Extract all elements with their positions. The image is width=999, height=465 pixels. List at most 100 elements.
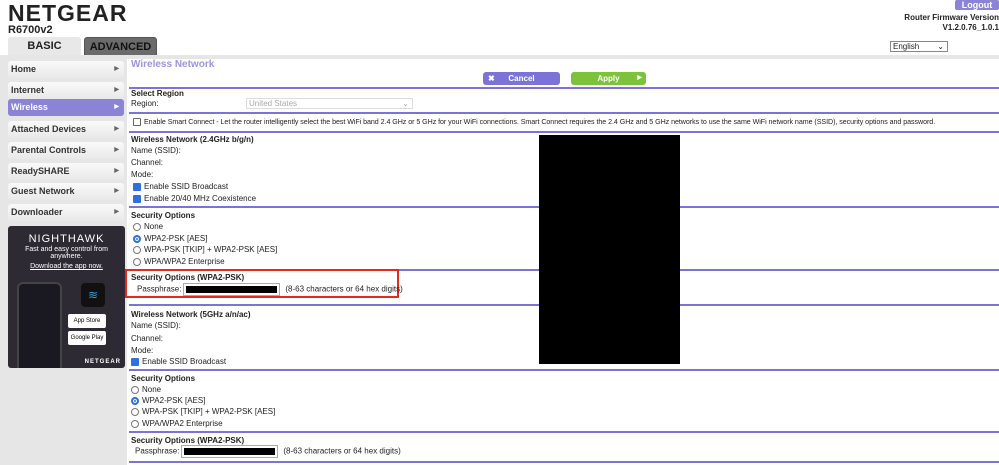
wifi24-mode-label: Mode: xyxy=(131,170,154,179)
netgear-logo: NETGEAR xyxy=(8,0,128,26)
security5-option-mixed[interactable]: WPA-PSK [TKIP] + WPA2-PSK [AES] xyxy=(131,407,275,416)
radio-selected[interactable] xyxy=(133,234,141,243)
radio[interactable] xyxy=(133,245,141,254)
chevron-down-icon: ⌄ xyxy=(937,42,944,51)
divider xyxy=(129,112,999,114)
security24-heading: Security Options xyxy=(131,211,196,220)
sidebar-item-downloader[interactable]: Downloader ▶ xyxy=(8,204,124,221)
sidebar-item-readyshare[interactable]: ReadySHARE ▶ xyxy=(8,163,124,180)
sidebar-item-parental-controls[interactable]: Parental Controls ▶ xyxy=(8,142,124,159)
sidebar-item-guest-network[interactable]: Guest Network ▶ xyxy=(8,183,124,200)
security5-option-enterprise[interactable]: WPA/WPA2 Enterprise xyxy=(131,419,223,428)
region-value: United States xyxy=(249,99,298,108)
sidebar-item-home[interactable]: Home ▶ xyxy=(8,61,124,78)
nighthawk-app-icon: ≋ xyxy=(81,283,105,307)
region-select[interactable]: United States ⌄ xyxy=(246,98,413,109)
option-label: WPA2-PSK [AES] xyxy=(144,234,208,243)
sidebar-item-wireless[interactable]: Wireless ▶ xyxy=(8,99,124,116)
security5-option-none[interactable]: None xyxy=(131,385,161,394)
security24-option-wpa2[interactable]: WPA2-PSK [AES] xyxy=(133,234,207,243)
option-label: WPA-PSK [TKIP] + WPA2-PSK [AES] xyxy=(142,407,276,416)
passphrase-label: Passphrase: xyxy=(135,446,180,456)
sidebar-item-internet[interactable]: Internet ▶ xyxy=(8,82,124,99)
tab-basic[interactable]: BASIC xyxy=(8,37,81,56)
arrow-right-icon: ▶ xyxy=(114,104,119,110)
wifi24-coexist-option[interactable]: Enable 20/40 MHz Coexistence xyxy=(133,194,256,203)
radio[interactable] xyxy=(131,385,139,394)
smart-connect-option[interactable]: Enable Smart Connect - Let the router in… xyxy=(133,118,936,127)
radio[interactable] xyxy=(131,407,139,416)
arrow-right-icon: ▶ xyxy=(114,87,119,93)
wifi24-heading: Wireless Network (2.4GHz b/g/n) xyxy=(131,135,254,144)
language-select[interactable]: English ⌄ xyxy=(890,41,948,52)
sidebar-item-label: ReadySHARE xyxy=(11,166,70,176)
region-label: Region: xyxy=(131,99,159,108)
sidebar-item-label: Wireless xyxy=(11,102,48,112)
apply-label: Apply xyxy=(597,74,620,83)
security24-option-none[interactable]: None xyxy=(133,222,163,231)
option-label: None xyxy=(142,385,162,394)
psk5-heading: Security Options (WPA2-PSK) xyxy=(131,436,245,445)
security5-option-wpa2[interactable]: WPA2-PSK [AES] xyxy=(131,396,205,405)
wifi5-channel-label: Channel: xyxy=(131,334,164,343)
option-label: WPA-PSK [TKIP] + WPA2-PSK [AES] xyxy=(144,245,278,254)
firmware-label: Router Firmware Version xyxy=(904,13,999,22)
ad-download-link[interactable]: Download the app now. xyxy=(8,263,125,270)
sidebar-item-label: Downloader xyxy=(11,207,63,217)
radio[interactable] xyxy=(133,222,141,231)
apply-button[interactable]: Apply ▶ xyxy=(571,72,646,85)
option-label: Enable 20/40 MHz Coexistence xyxy=(144,194,257,203)
arrow-right-icon: ▶ xyxy=(114,66,119,72)
wifi5-broadcast-option[interactable]: Enable SSID Broadcast xyxy=(131,357,226,366)
option-label: WPA2-PSK [AES] xyxy=(142,396,206,405)
smart-connect-label: Enable Smart Connect - Let the router in… xyxy=(144,118,936,126)
firmware-value: V1.2.0.76_1.0.1 xyxy=(942,23,999,32)
region-heading: Select Region xyxy=(131,89,184,98)
passphrase-input[interactable] xyxy=(180,445,278,458)
option-label: Enable SSID Broadcast xyxy=(144,182,229,191)
logout-button[interactable]: Logout xyxy=(955,0,999,10)
arrow-right-icon: ▶ xyxy=(114,147,119,153)
arrow-right-icon: ▶ xyxy=(637,75,642,81)
cancel-label: Cancel xyxy=(508,74,535,83)
security24-option-enterprise[interactable]: WPA/WPA2 Enterprise xyxy=(133,257,225,266)
language-value: English xyxy=(893,42,920,51)
app-store-badge[interactable]: App Store xyxy=(68,314,106,328)
page-title: Wireless Network xyxy=(131,59,215,70)
divider xyxy=(129,369,999,371)
wifi24-broadcast-option[interactable]: Enable SSID Broadcast xyxy=(133,182,228,191)
passphrase-hint: (8-63 characters or 64 hex digits) xyxy=(283,446,401,456)
sidebar-item-label: Internet xyxy=(11,85,45,95)
arrow-right-icon: ▶ xyxy=(114,126,119,132)
sidebar-item-label: Attached Devices xyxy=(11,124,87,134)
option-label: WPA/WPA2 Enterprise xyxy=(142,419,223,428)
radio[interactable] xyxy=(131,419,139,428)
ad-footer-logo: NETGEAR xyxy=(84,359,121,365)
wifi24-channel-label: Channel: xyxy=(131,158,164,167)
security5-heading: Security Options xyxy=(131,374,196,383)
option-label: Enable SSID Broadcast xyxy=(142,357,227,366)
radio[interactable] xyxy=(133,257,141,266)
nighthawk-ad[interactable]: NIGHTHAWK Fast and easy control from any… xyxy=(8,226,125,368)
close-icon: ✖ xyxy=(488,74,495,83)
divider xyxy=(129,431,999,433)
radio-selected[interactable] xyxy=(131,396,139,405)
security24-option-mixed[interactable]: WPA-PSK [TKIP] + WPA2-PSK [AES] xyxy=(133,245,277,254)
redaction-block xyxy=(539,135,680,364)
checkbox-checked[interactable] xyxy=(131,357,139,366)
tab-advanced[interactable]: ADVANCED xyxy=(84,37,157,56)
sidebar-item-label: Home xyxy=(11,64,37,74)
checkbox-checked[interactable] xyxy=(133,182,141,191)
google-play-badge[interactable]: Google Play xyxy=(68,331,106,345)
sidebar-item-attached-devices[interactable]: Attached Devices ▶ xyxy=(8,121,124,138)
smart-connect-checkbox[interactable] xyxy=(133,118,141,127)
ad-tagline: Fast and easy control from anywhere. xyxy=(25,246,108,260)
passphrase-hint: (8-63 characters or 64 hex digits) xyxy=(285,284,403,294)
sidebar-item-label: Guest Network xyxy=(11,186,75,196)
passphrase-input[interactable] xyxy=(182,283,280,296)
psk24-heading: Security Options (WPA2-PSK) xyxy=(131,273,245,282)
psk5-row: Passphrase: (8-63 characters or 64 hex d… xyxy=(135,445,401,458)
checkbox-checked[interactable] xyxy=(133,194,141,203)
divider xyxy=(129,461,999,463)
cancel-button[interactable]: ✖ Cancel xyxy=(483,72,560,85)
